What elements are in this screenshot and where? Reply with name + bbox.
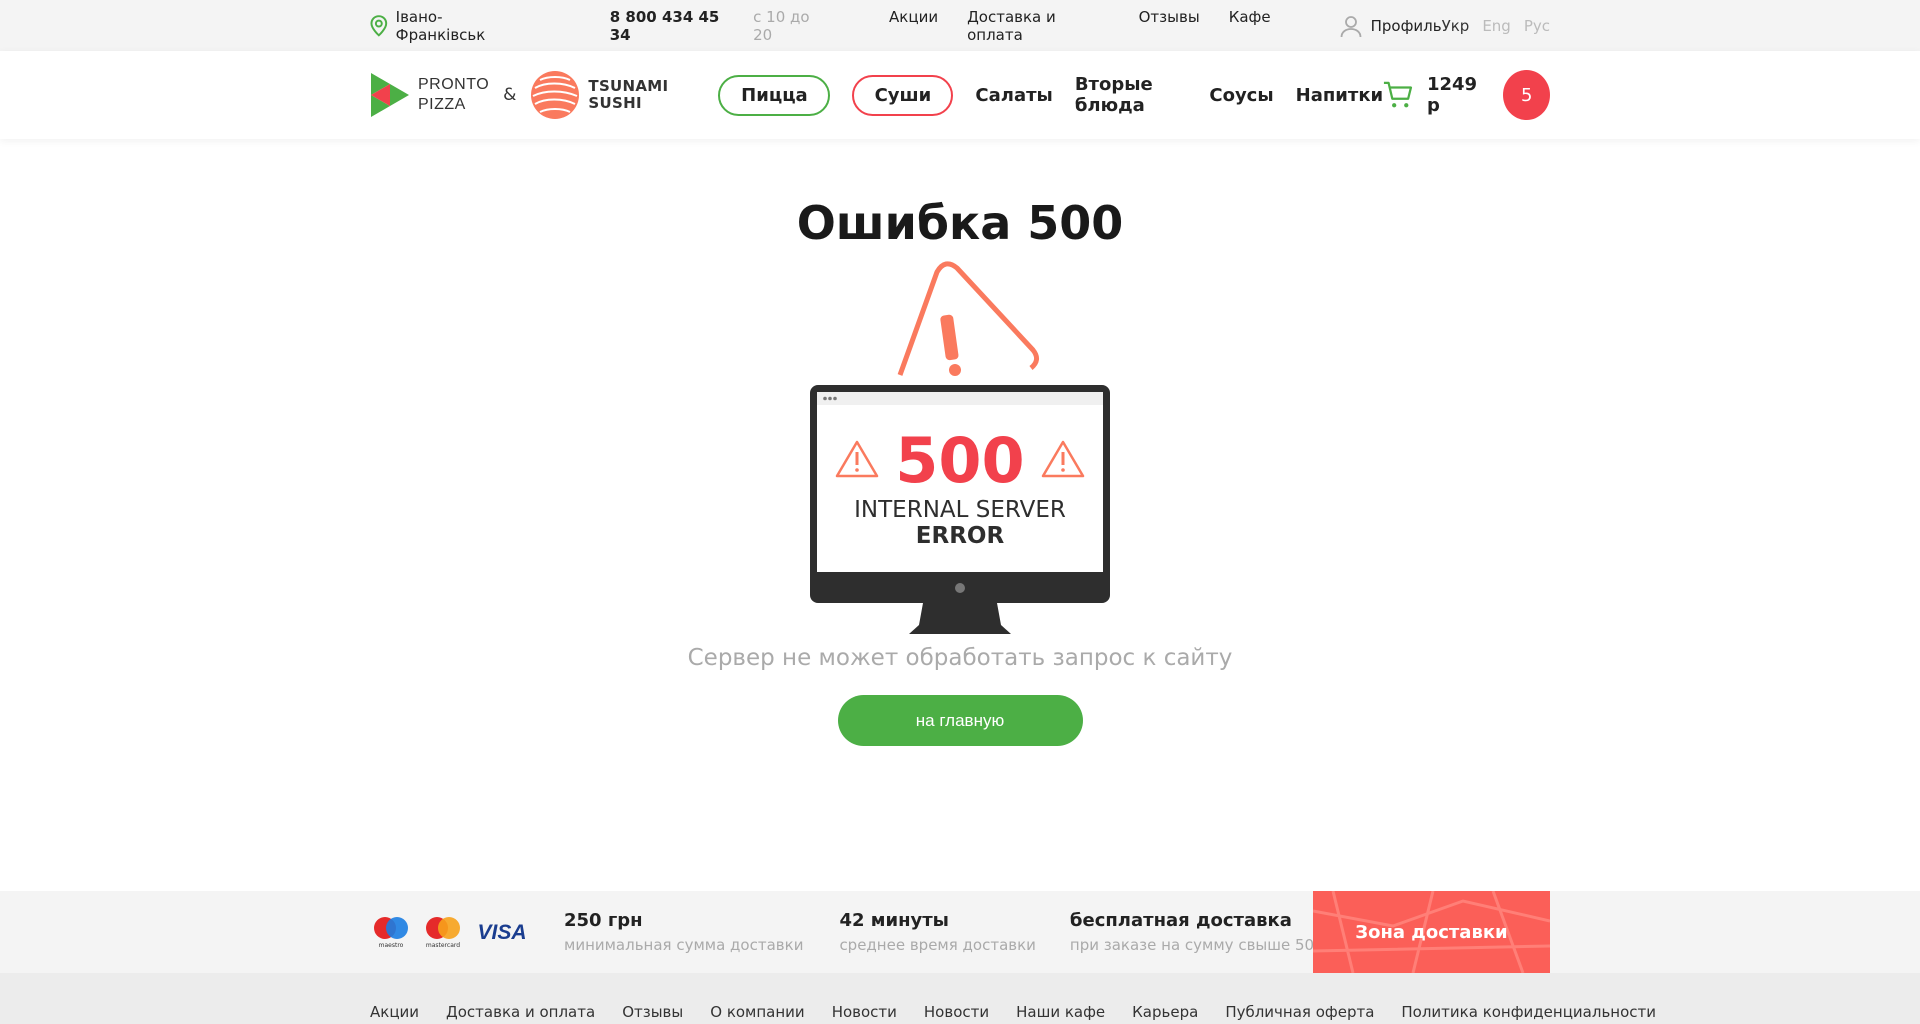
error-content: Ошибка 500 500 INTERNAL SERVER ERROR Сер… xyxy=(0,196,1920,746)
profile-link[interactable]: Профиль xyxy=(1339,14,1442,38)
cart-button[interactable]: 1249 р 5 xyxy=(1383,70,1551,120)
lang-ukr[interactable]: Укр xyxy=(1442,17,1470,35)
error-illustration: 500 INTERNAL SERVER ERROR xyxy=(805,260,1115,645)
language-switcher: Укр Eng Рус xyxy=(1442,17,1550,35)
delivery-zone-button[interactable]: Зона доставки xyxy=(1313,891,1550,973)
footer-link-privacy[interactable]: Политика конфиденциальности xyxy=(1401,1003,1656,1021)
footer-link-promotions[interactable]: Акции xyxy=(370,1003,419,1021)
go-home-button[interactable]: на главную xyxy=(837,695,1083,746)
category-nav: Пицца Суши Салаты Вторые блюда Соусы Нап… xyxy=(718,74,1383,116)
monitor-warning-illustration: 500 INTERNAL SERVER ERROR xyxy=(810,261,1110,634)
phone-number[interactable]: 8 800 434 45 34 xyxy=(610,8,743,44)
footer-link-delivery[interactable]: Доставка и оплата xyxy=(446,1003,595,1021)
feature-delivery-time: 42 минуты среднее время доставки xyxy=(839,910,1035,954)
nav-mains[interactable]: Вторые блюда xyxy=(1075,74,1188,116)
pronto-logo-icon xyxy=(371,73,409,117)
illustration-line2: ERROR xyxy=(916,523,1005,549)
logo-ampersand: & xyxy=(503,85,517,105)
user-icon xyxy=(1340,15,1361,37)
maestro-icon: maestro xyxy=(374,917,408,949)
visa-icon: VISA xyxy=(477,921,526,944)
top-nav-cafe[interactable]: Кафе xyxy=(1229,8,1271,44)
tsunami-logo-line1: TSUNAMI xyxy=(588,77,669,95)
pronto-logo-line1: PRONTO xyxy=(418,76,490,93)
nav-pizza-button[interactable]: Пицца xyxy=(718,74,831,116)
city-selector[interactable]: Івано-Франківськ xyxy=(370,8,530,44)
lang-eng[interactable]: Eng xyxy=(1482,17,1511,35)
feature-min-order-value: 250 грн xyxy=(564,910,643,931)
features-bar: maestro mastercard VISA 250 грн минималь… xyxy=(0,891,1920,973)
city-label: Івано-Франківськ xyxy=(395,7,486,44)
illustration-error-code: 500 xyxy=(895,424,1024,497)
main-header: PRONTO PIZZA & TSUNAMI SUSHI Пицца Суши … xyxy=(0,51,1920,139)
top-bar: Івано-Франківськ 8 800 434 45 34 с 10 до… xyxy=(0,0,1920,51)
error-subtitle: Сервер не может обработать запрос к сайт… xyxy=(687,645,1233,671)
footer: Акции Доставка и оплата Отзывы О компани… xyxy=(0,973,1920,1024)
tsunami-sushi-logo[interactable]: TSUNAMI SUSHI xyxy=(530,70,668,120)
footer-link-about[interactable]: О компании xyxy=(710,1003,804,1021)
svg-text:VISA: VISA xyxy=(477,921,526,944)
nav-drinks[interactable]: Напитки xyxy=(1296,85,1384,106)
feature-delivery-time-value: 42 минуты xyxy=(839,910,949,931)
pronto-pizza-logo[interactable]: PRONTO PIZZA xyxy=(370,72,489,118)
payment-methods: maestro mastercard VISA xyxy=(370,915,530,949)
lang-rus[interactable]: Рус xyxy=(1524,17,1550,35)
feature-delivery-time-desc: среднее время доставки xyxy=(839,936,1036,954)
tsunami-logo-line2: SUSHI xyxy=(588,94,642,112)
illustration-line1: INTERNAL SERVER xyxy=(854,497,1066,523)
profile-label: Профиль xyxy=(1370,16,1442,35)
footer-link-reviews[interactable]: Отзывы xyxy=(622,1003,683,1021)
footer-link-news[interactable]: Новости xyxy=(832,1003,897,1021)
mastercard-icon: mastercard xyxy=(426,917,460,949)
cart-icon xyxy=(1384,81,1413,108)
cart-count-badge: 5 xyxy=(1503,70,1551,120)
feature-min-order-desc: минимальная сумма доставки xyxy=(564,936,804,954)
footer-link-news-2[interactable]: Новости xyxy=(924,1003,989,1021)
location-pin-icon xyxy=(370,14,388,37)
nav-sushi-button[interactable]: Суши xyxy=(852,74,954,116)
svg-text:maestro: maestro xyxy=(379,942,404,949)
pronto-logo-line2: PIZZA xyxy=(418,96,466,113)
top-nav: Акции Доставка и оплата Отзывы Кафе xyxy=(889,8,1271,44)
nav-sauces[interactable]: Соусы xyxy=(1209,85,1273,106)
footer-link-cafes[interactable]: Наши кафе xyxy=(1016,1003,1105,1021)
nav-salads[interactable]: Салаты xyxy=(975,85,1052,106)
svg-text:mastercard: mastercard xyxy=(426,942,460,949)
footer-link-offer[interactable]: Публичная оферта xyxy=(1225,1003,1374,1021)
page-title: Ошибка 500 xyxy=(796,196,1124,250)
feature-min-order: 250 грн минимальная сумма доставки xyxy=(564,910,803,954)
tsunami-logo-icon xyxy=(531,71,580,119)
top-nav-reviews[interactable]: Отзывы xyxy=(1139,8,1200,44)
top-nav-promotions[interactable]: Акции xyxy=(889,8,938,44)
footer-link-career[interactable]: Карьера xyxy=(1132,1003,1198,1021)
cart-total: 1249 р xyxy=(1426,74,1478,116)
working-hours: с 10 до 20 xyxy=(753,7,810,44)
delivery-zone-label: Зона доставки xyxy=(1355,921,1508,943)
top-nav-delivery[interactable]: Доставка и оплата xyxy=(967,8,1110,44)
